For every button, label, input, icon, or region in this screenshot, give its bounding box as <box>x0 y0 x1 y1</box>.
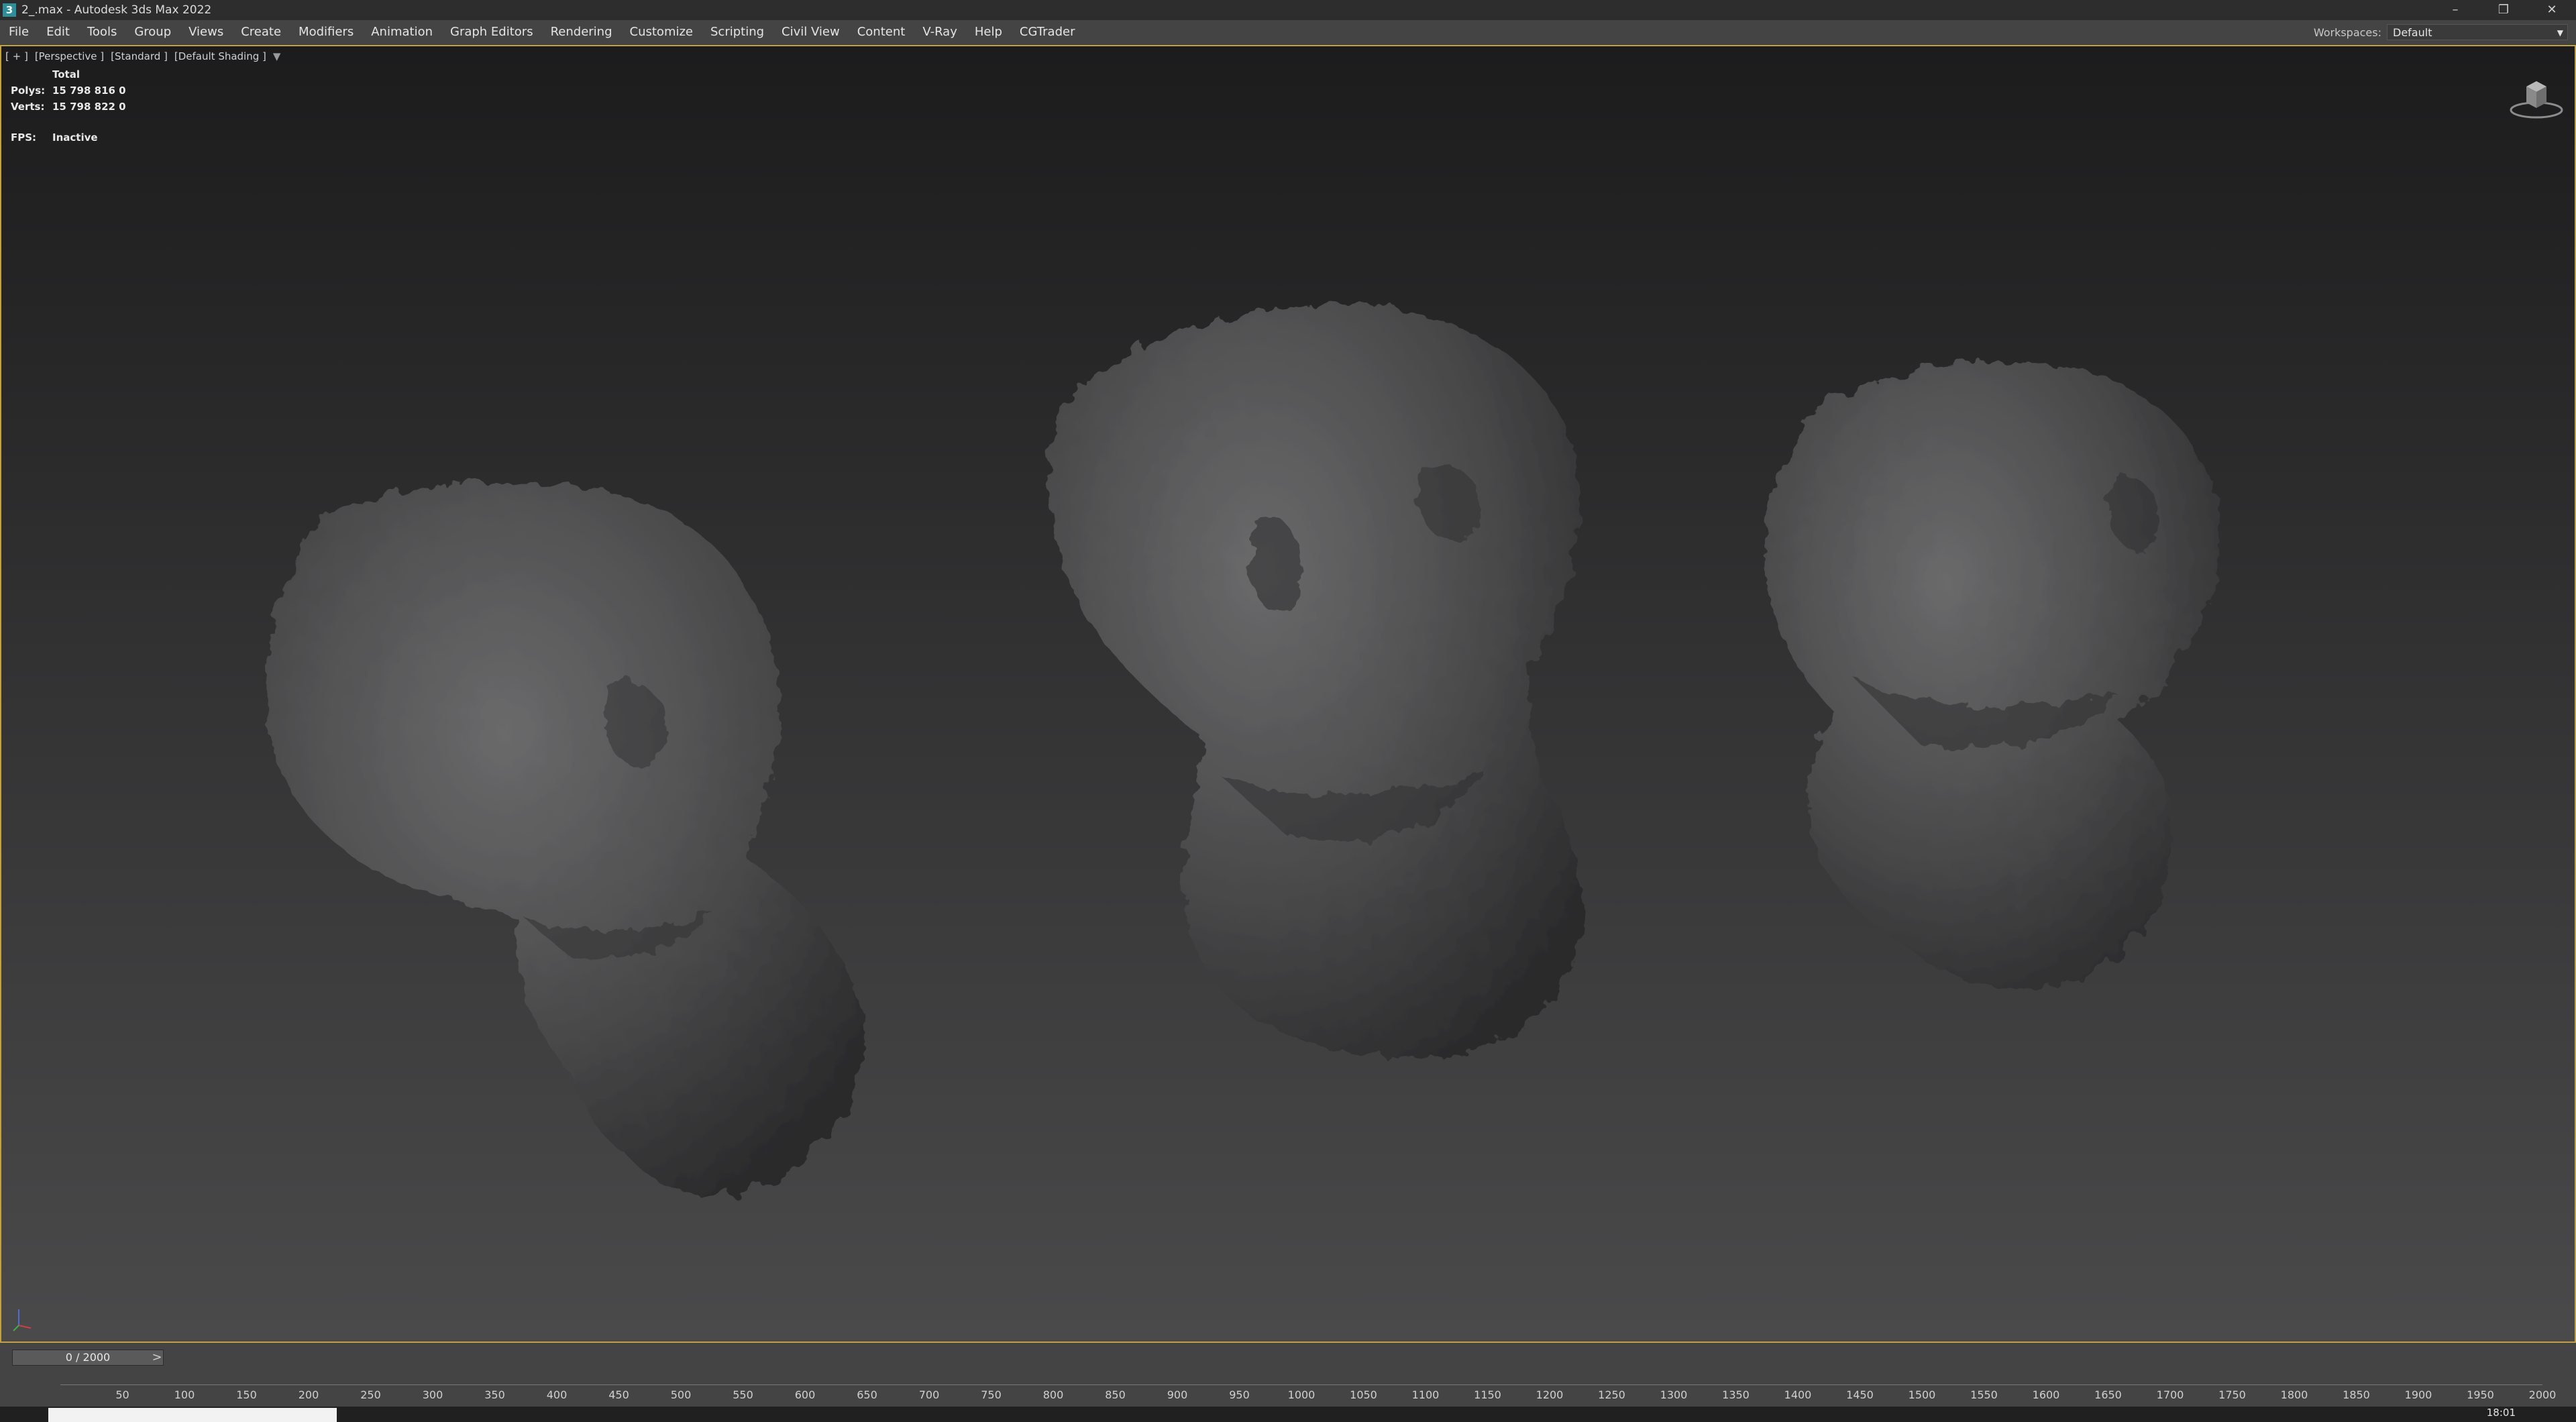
menu-help[interactable]: Help <box>966 20 1011 44</box>
menu-group[interactable]: Group <box>125 20 180 44</box>
timeline-tick-label: 700 <box>918 1388 940 1401</box>
menu-bar: File Edit Tools Group Views Create Modif… <box>0 20 2576 45</box>
timeline-tick-label: 650 <box>857 1388 877 1401</box>
rock-left[interactable] <box>266 482 865 1196</box>
time-slider[interactable]: 0 / 2000 <box>12 1350 164 1366</box>
menu-cgtrader[interactable]: CGTrader <box>1011 20 1084 44</box>
timeline-tick-label: 2000 <box>2528 1388 2557 1401</box>
timeline-tick-label: 1750 <box>2218 1388 2246 1401</box>
viewport-point-of-view[interactable]: [Perspective ] <box>35 50 104 62</box>
perspective-viewport[interactable]: [ + ] [Perspective ] [Standard ] [Defaul… <box>0 45 2576 1343</box>
timeline-tick-label: 1150 <box>1474 1388 1501 1401</box>
frame-display: 0 / 2000 <box>65 1351 111 1364</box>
timeline-tick-label: 1650 <box>2094 1388 2122 1401</box>
timeline-tick-label: 1050 <box>1350 1388 1377 1401</box>
timeline-tick-label: 950 <box>1229 1388 1250 1401</box>
menu-views[interactable]: Views <box>180 20 232 44</box>
scene-rocks <box>266 304 2218 1196</box>
menu-content[interactable]: Content <box>849 20 914 44</box>
viewport-label: [ + ] [Perspective ] [Standard ] [Defaul… <box>5 50 280 62</box>
timeline-tick-label: 1400 <box>1784 1388 1812 1401</box>
timeline-tick-label: 200 <box>298 1388 319 1401</box>
timeline-tick-label: 550 <box>733 1388 753 1401</box>
polys-label: Polys: <box>11 85 46 97</box>
rock-right[interactable] <box>1764 362 2218 990</box>
timeline-tick-label: 1300 <box>1660 1388 1688 1401</box>
title-bar: 3 2_.max - Autodesk 3ds Max 2022 – ❐ ✕ <box>0 0 2576 20</box>
timeline: < 0 / 2000 > 501001502002503003504004505… <box>0 1343 2576 1407</box>
timeline-tick-label: 1350 <box>1722 1388 1750 1401</box>
verts-label: Verts: <box>11 101 45 113</box>
timeline-tick-label: 1900 <box>2404 1388 2432 1401</box>
viewport-standard[interactable]: [Standard ] <box>111 50 168 62</box>
timeline-tick-label: 1700 <box>2156 1388 2184 1401</box>
timeline-tick-label: 150 <box>236 1388 257 1401</box>
timeline-tick-label: 850 <box>1105 1388 1126 1401</box>
timeline-tick-label: 1450 <box>1846 1388 1874 1401</box>
viewport-shading[interactable]: [Default Shading ] <box>174 50 266 62</box>
timeline-tick-label: 1100 <box>1411 1388 1440 1401</box>
menu-scripting[interactable]: Scripting <box>702 20 773 44</box>
rock-middle[interactable] <box>1049 304 1581 1058</box>
timeline-tick-label: 1800 <box>2280 1388 2308 1401</box>
workspaces-dropdown[interactable]: Default ▼ <box>2387 24 2568 40</box>
menu-tools[interactable]: Tools <box>78 20 125 44</box>
menu-create[interactable]: Create <box>232 20 290 44</box>
timeline-tick-label: 300 <box>422 1388 443 1401</box>
menu-animation[interactable]: Animation <box>362 20 441 44</box>
menu-graph-editors[interactable]: Graph Editors <box>441 20 542 44</box>
timeline-tick-label: 1250 <box>1598 1388 1625 1401</box>
timeline-tick-label: 400 <box>546 1388 568 1401</box>
timeline-tick-label: 500 <box>670 1388 692 1401</box>
next-frame-button[interactable]: > <box>150 1350 164 1366</box>
menu-civil-view[interactable]: Civil View <box>773 20 849 44</box>
close-button[interactable]: ✕ <box>2528 0 2576 20</box>
menu-file[interactable]: File <box>0 20 38 44</box>
timeline-tick-label: 250 <box>360 1388 381 1401</box>
taskbar-search[interactable] <box>48 1408 337 1422</box>
timeline-tick-label: 750 <box>981 1388 1002 1401</box>
timeline-tick-label: 800 <box>1042 1388 1064 1401</box>
timeline-tick-label: 1600 <box>2032 1388 2060 1401</box>
menu-vray[interactable]: V-Ray <box>914 20 966 44</box>
menu-modifiers[interactable]: Modifiers <box>290 20 362 44</box>
stats-header: Total <box>52 68 80 80</box>
window-title: 2_.max - Autodesk 3ds Max 2022 <box>21 3 212 17</box>
timeline-tick-label: 1850 <box>2343 1388 2370 1401</box>
timeline-tick-label: 50 <box>115 1388 129 1401</box>
viewport-menu-plus[interactable]: [ + ] <box>5 50 28 62</box>
axis-tripod-icon <box>13 1309 32 1331</box>
app-icon: 3 <box>3 3 16 17</box>
timeline-tick-label: 1950 <box>2467 1388 2494 1401</box>
timeline-tick-label: 1200 <box>1536 1388 1564 1401</box>
filter-icon[interactable]: ▼ <box>273 50 281 62</box>
fps-value: Inactive <box>52 131 98 144</box>
timeline-ruler[interactable]: 50 100 150 200 250 300 350 400 450 500 550 600 650 70… <box>60 1378 2556 1405</box>
timeline-tick-label: 1000 <box>1287 1388 1316 1401</box>
timeline-tick-label: 100 <box>174 1388 195 1401</box>
minimize-button[interactable]: – <box>2431 0 2479 20</box>
timeline-tick-label: 350 <box>484 1388 505 1401</box>
timeline-tick-label: 1500 <box>1908 1388 1936 1401</box>
ruler-line <box>60 1384 2542 1385</box>
workspaces-label: Workspaces: <box>2313 25 2381 39</box>
timeline-tick-label: 450 <box>608 1388 629 1401</box>
restore-button[interactable]: ❐ <box>2479 0 2528 20</box>
taskbar: 18:01 <box>0 1407 2576 1422</box>
menu-rendering[interactable]: Rendering <box>542 20 621 44</box>
menu-edit[interactable]: Edit <box>38 20 78 44</box>
verts-value: 15 798 822 0 <box>52 101 126 113</box>
fps-label: FPS: <box>11 131 37 144</box>
menu-customize[interactable]: Customize <box>621 20 702 44</box>
timeline-tick-label: 600 <box>794 1388 816 1401</box>
polys-value: 15 798 816 0 <box>52 85 126 97</box>
chevron-down-icon: ▼ <box>2557 28 2563 38</box>
viewcube-icon[interactable] <box>2506 73 2567 127</box>
timeline-tick-label: 1550 <box>1970 1388 1998 1401</box>
timeline-tick-label: 900 <box>1167 1388 1188 1401</box>
workspace-value: Default <box>2393 26 2432 39</box>
workspaces-control: Workspaces: Default ▼ <box>2314 20 2568 44</box>
taskbar-clock: 18:01 <box>2486 1407 2516 1419</box>
viewport-statistics: Total Polys: 15 798 816 0 Verts: 15 798 … <box>11 66 126 146</box>
